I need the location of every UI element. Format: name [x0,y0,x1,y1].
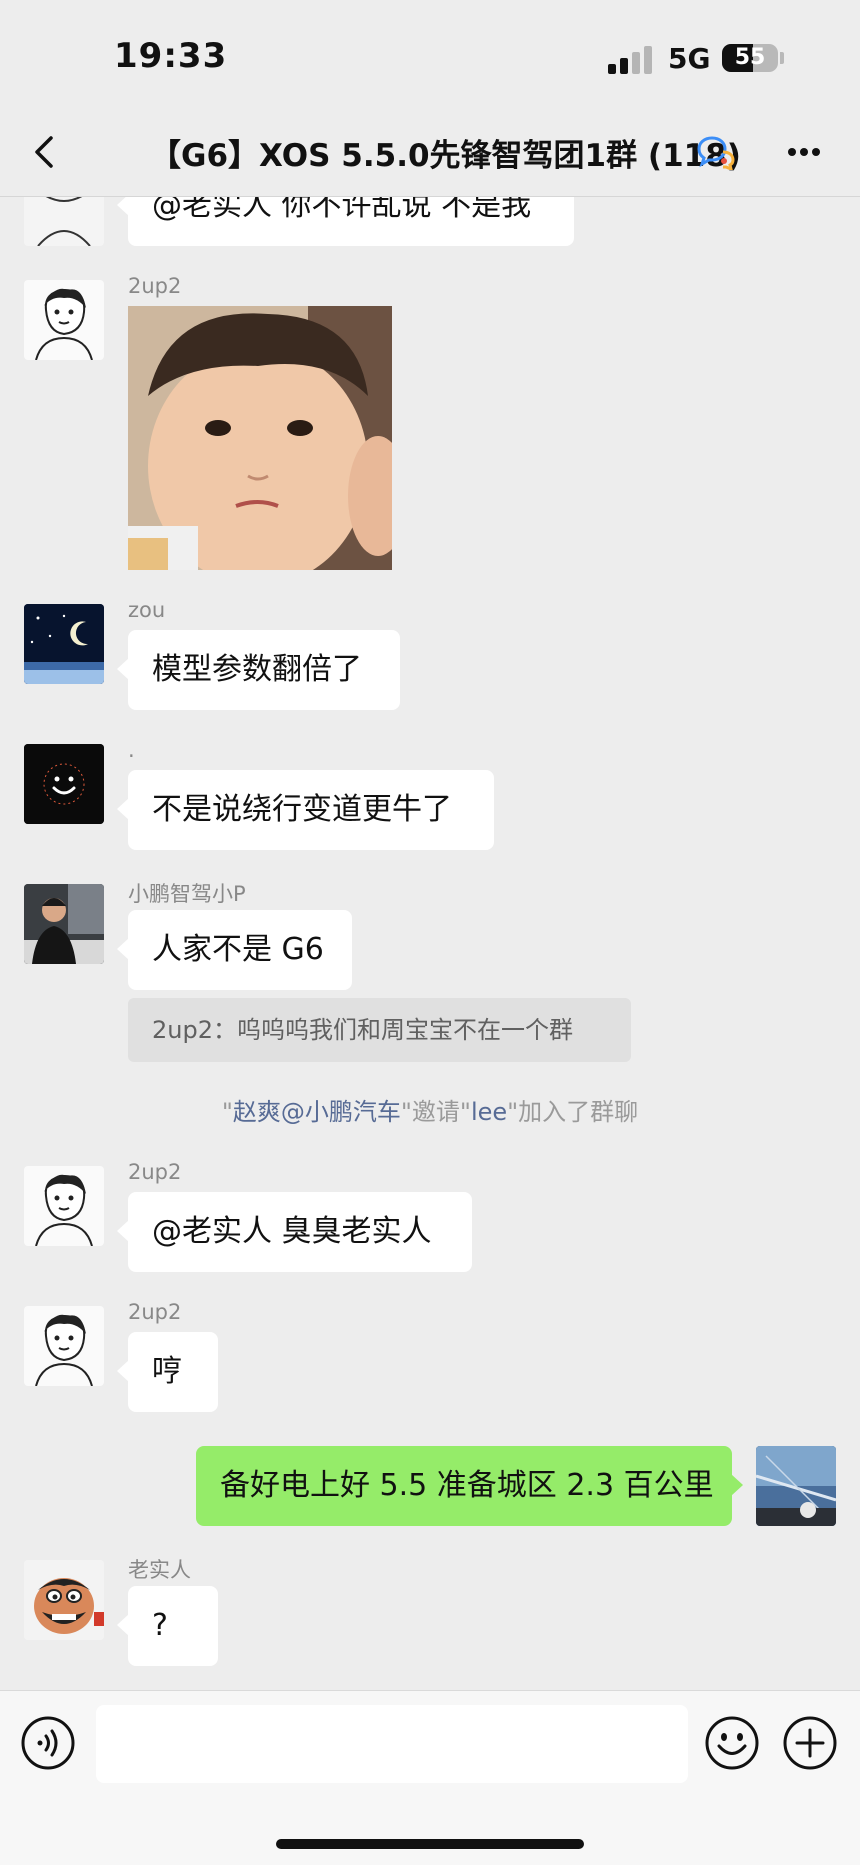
chat-title: 【G6】XOS 5.5.0先锋智驾团1群 (118) [150,138,741,174]
system-message: "赵爽@小鹏汽车"邀请"lee"加入了群聊 [221,1098,639,1126]
more-button[interactable] [784,142,824,162]
sender-name: 2up2 [128,1300,182,1324]
child-photo [128,306,392,570]
sender-name: 小鹏智驾小P [128,882,246,906]
message-list[interactable]: @老实人 你不许乱说 不是我 2up2 zou 模型参数翻倍了 . 不是说绕行变… [0,196,860,1690]
battery-level: 55 [734,45,766,70]
message-bubble[interactable]: ? [117,1586,218,1666]
sender-name: 2up2 [128,274,182,298]
back-button[interactable] [26,132,66,172]
message-bubble[interactable]: 人家不是 G6 [117,910,352,990]
image-message[interactable] [128,306,392,570]
avatar[interactable] [24,884,104,964]
avatar[interactable] [24,1166,104,1246]
my-message-bubble[interactable]: 备好电上好 5.5 准备城区 2.3 百公里 [196,1446,743,1526]
sender-name: . [128,738,135,762]
emoji-button[interactable] [704,1715,760,1771]
sender-name: 2up2 [128,1160,182,1184]
emoji-icon [705,1716,759,1770]
avatar[interactable] [24,744,104,824]
message-bubble[interactable]: @老实人 你不许乱说 不是我 [117,196,574,246]
chat-header: 【G6】XOS 5.5.0先锋智驾团1群 (118) [0,110,860,197]
invitee-link[interactable]: lee [471,1098,507,1126]
chat-bubbles-icon [696,134,736,172]
message-input[interactable] [96,1705,688,1783]
signal-icon [608,44,654,74]
message-bubble[interactable]: 哼 [117,1332,218,1412]
battery-icon: 55 [722,44,778,72]
avatar[interactable] [24,604,104,684]
avatar[interactable] [24,1306,104,1386]
chevron-left-icon [35,136,53,168]
more-functions-button[interactable] [782,1715,838,1771]
battery-tip [780,52,784,64]
voice-icon [21,1716,75,1770]
quoted-message[interactable]: 2up2：呜呜呜我们和周宝宝不在一个群 [128,998,631,1062]
sender-name: 老实人 [128,1558,191,1582]
message-bubble[interactable]: @老实人 臭臭老实人 [117,1192,472,1272]
avatar[interactable] [24,1560,104,1640]
input-bar [0,1690,860,1865]
my-avatar[interactable] [756,1446,836,1526]
home-indicator [276,1839,584,1849]
sender-name: zou [128,598,166,622]
message-bubble[interactable]: 模型参数翻倍了 [117,630,400,710]
message-bubble[interactable]: 不是说绕行变道更牛了 [117,770,494,850]
avatar[interactable] [24,280,104,360]
status-bar: 19:33 5G 55 [0,0,860,110]
plus-icon [783,1716,837,1770]
avatar[interactable] [24,196,104,246]
inviter-link[interactable]: 赵爽@小鹏汽车 [233,1098,401,1126]
voice-button[interactable] [20,1715,76,1771]
status-time: 19:33 [114,36,228,76]
network-label: 5G [668,42,711,75]
